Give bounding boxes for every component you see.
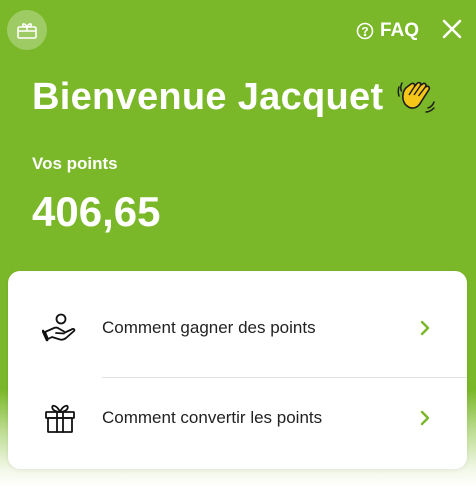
- points-menu-card: Comment gagner des points Comment conver…: [8, 271, 467, 469]
- waving-hand-icon: [395, 78, 437, 118]
- gift-icon: [42, 400, 78, 436]
- welcome-heading: Bienvenue Jacquet: [32, 76, 437, 119]
- convert-points-item[interactable]: Comment convertir les points: [8, 368, 467, 467]
- question-circle-icon: [356, 22, 374, 40]
- convert-points-label: Comment convertir les points: [102, 407, 323, 427]
- chevron-right-icon: [418, 319, 432, 337]
- close-icon: [442, 19, 462, 39]
- close-button[interactable]: [440, 17, 464, 41]
- welcome-text: Bienvenue Jacquet: [32, 76, 384, 118]
- points-value: 406,65: [32, 188, 161, 235]
- earn-points-item[interactable]: Comment gagner des points: [8, 278, 467, 378]
- earn-points-label: Comment gagner des points: [102, 317, 316, 337]
- gift-card-icon: [16, 20, 38, 40]
- points-label: Vos points: [32, 154, 118, 173]
- faq-link[interactable]: FAQ: [356, 20, 419, 42]
- hand-coin-icon: [42, 310, 78, 346]
- faq-label: FAQ: [380, 20, 420, 41]
- chevron-right-icon: [418, 409, 432, 427]
- gift-card-button[interactable]: [7, 10, 47, 50]
